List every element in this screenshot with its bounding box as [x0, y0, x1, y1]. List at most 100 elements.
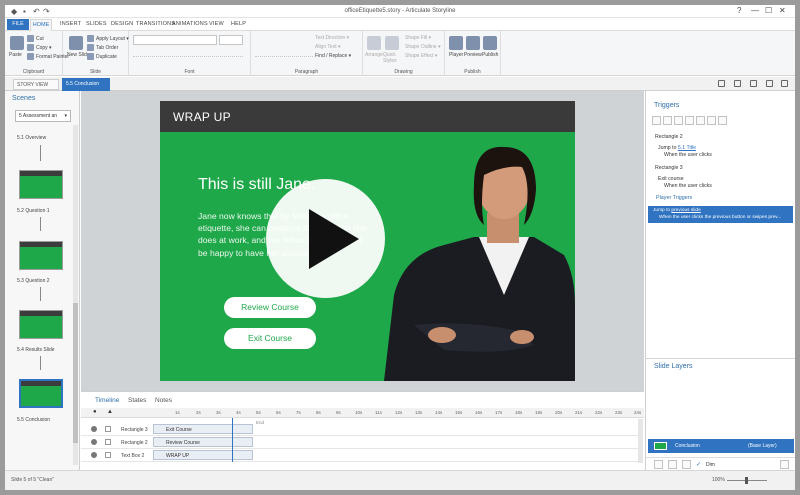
timeline-row[interactable]: Rectangle 3 Exit Course	[81, 423, 639, 436]
dim-label: Dim	[706, 462, 715, 468]
publish-icon[interactable]	[483, 36, 497, 50]
new-slide-icon[interactable]	[69, 36, 83, 50]
paste-icon[interactable]	[10, 36, 24, 50]
text-direction-button[interactable]: Text Direction ▾	[315, 35, 349, 41]
tab-insert[interactable]: INSERT	[60, 21, 81, 27]
font-family-select[interactable]	[133, 35, 217, 45]
timeline-bar[interactable]: WRAP UP	[153, 450, 253, 460]
paste-button[interactable]: Paste	[9, 52, 22, 58]
delete-trigger-icon[interactable]	[696, 116, 705, 125]
phone-icon[interactable]	[766, 80, 773, 87]
duplicate-layer-icon[interactable]	[668, 460, 677, 469]
checkmark-icon[interactable]: ✓	[696, 461, 701, 468]
copy-button[interactable]: Copy ▾	[27, 44, 52, 51]
layer-settings-icon[interactable]	[780, 460, 789, 469]
trigger-target-link[interactable]: 5.1 Title	[678, 145, 696, 151]
shape-effect-button[interactable]: Shape Effect ▾	[405, 53, 437, 59]
publish-button[interactable]: Publish	[482, 52, 498, 58]
player-trigger-target[interactable]: previous slide	[671, 208, 700, 213]
player-icon[interactable]	[449, 36, 463, 50]
tab-order-button[interactable]: Tab Order	[87, 44, 118, 51]
duplicate-label: Duplicate	[96, 53, 117, 60]
tab-file[interactable]: FILE	[7, 19, 29, 30]
duplicate-button[interactable]: Duplicate	[87, 53, 117, 60]
lock-icon[interactable]	[105, 452, 111, 458]
exit-course-button[interactable]: Exit Course	[224, 328, 316, 349]
maximize-icon[interactable]: ☐	[765, 6, 772, 15]
eye-icon[interactable]: ●	[93, 409, 97, 415]
player-trigger-selected[interactable]: Jump to previous slide When the user cli…	[648, 206, 793, 223]
phone-portrait-icon[interactable]	[781, 80, 788, 87]
playhead[interactable]	[232, 418, 233, 462]
find-replace-button[interactable]: Find / Replace ▾	[315, 53, 351, 59]
base-layer-row[interactable]: Conclusion (Base Layer)	[648, 439, 794, 453]
font-size-select[interactable]	[219, 35, 243, 45]
edit-trigger-icon[interactable]	[663, 116, 672, 125]
timeline-scrollbar[interactable]	[638, 419, 643, 463]
timeline-row[interactable]: Text Box 2 WRAP UP	[81, 449, 639, 462]
move-up-icon[interactable]	[707, 116, 716, 125]
quick-styles-icon[interactable]	[385, 36, 399, 50]
align-text-button[interactable]: Align Text ▾	[315, 44, 341, 50]
trigger-item[interactable]: Exit course	[658, 176, 684, 183]
paragraph-format-buttons[interactable]	[255, 37, 313, 57]
timeline-bar[interactable]: Exit Course	[153, 424, 253, 434]
delete-layer-icon[interactable]	[682, 460, 691, 469]
scene-select[interactable]: 5 Assessment an ▾	[15, 110, 71, 122]
player-button[interactable]: Player	[449, 52, 463, 58]
lock-icon[interactable]: ▲	[107, 409, 113, 415]
panel-divider	[646, 358, 795, 359]
tab-design[interactable]: DESIGN	[111, 21, 133, 27]
preview-button[interactable]: Preview	[464, 52, 482, 58]
shape-outline-button[interactable]: Shape Outline ▾	[405, 44, 441, 50]
window-title: officeEtiquette5.story - Articulate Stor…	[344, 8, 456, 14]
preview-icon[interactable]	[466, 36, 480, 50]
tab-states[interactable]: States	[128, 397, 146, 404]
tab-view[interactable]: VIEW	[209, 21, 224, 27]
timeline-bar[interactable]: Review Course	[153, 437, 253, 447]
thumb-question-2[interactable]	[19, 241, 63, 270]
move-down-icon[interactable]	[718, 116, 727, 125]
quick-styles-button[interactable]: Quick Styles	[383, 52, 403, 64]
eye-icon[interactable]	[91, 426, 97, 432]
eye-icon[interactable]	[91, 439, 97, 445]
tab-help[interactable]: HELP	[231, 21, 246, 27]
lock-icon[interactable]	[105, 426, 111, 432]
tablet-portrait-icon[interactable]	[750, 80, 757, 87]
tab-timeline[interactable]: Timeline	[95, 397, 119, 404]
arrange-icon[interactable]	[367, 36, 381, 50]
lock-icon[interactable]	[105, 439, 111, 445]
minimize-icon[interactable]: —	[751, 6, 759, 15]
close-icon[interactable]: ✕	[779, 6, 786, 15]
timeline-ruler[interactable]: ● ▲ 1s 2s 3s 4s 5s 6s 7s 8s 9s 10s 11s 1…	[81, 408, 644, 418]
eye-icon[interactable]	[91, 452, 97, 458]
timeline-row[interactable]: Rectangle 2 Review Course	[81, 436, 639, 449]
trigger-item[interactable]: Jump to 5.1 Title	[658, 145, 696, 152]
conclusion-tab[interactable]: 5.5 Conclusion	[62, 78, 110, 91]
copy-trigger-icon[interactable]	[674, 116, 683, 125]
paste-trigger-icon[interactable]	[685, 116, 694, 125]
arrange-button[interactable]: Arrange	[365, 52, 383, 58]
shape-fill-button[interactable]: Shape Fill ▾	[405, 35, 431, 41]
story-view-tab[interactable]: STORY VIEW	[13, 79, 59, 90]
tablet-landscape-icon[interactable]	[734, 80, 741, 87]
tab-animations[interactable]: ANIMATIONS	[172, 21, 208, 27]
font-format-buttons[interactable]	[133, 49, 243, 57]
apply-layout-button[interactable]: Apply Layout ▾	[87, 35, 129, 42]
cut-button[interactable]: Cut	[27, 35, 44, 42]
new-trigger-icon[interactable]	[652, 116, 661, 125]
play-button[interactable]	[266, 179, 385, 298]
tab-notes[interactable]: Notes	[155, 397, 172, 404]
review-course-button[interactable]: Review Course	[224, 297, 316, 318]
tab-slides[interactable]: SLIDES	[86, 21, 107, 27]
zoom-slider-handle[interactable]	[745, 477, 748, 484]
thumb-question-1[interactable]	[19, 170, 63, 199]
desktop-icon[interactable]	[718, 80, 725, 87]
tab-home[interactable]: HOME	[30, 19, 52, 31]
help-icon[interactable]: ?	[737, 6, 741, 15]
scenes-scrollbar[interactable]	[73, 125, 78, 465]
thumb-conclusion[interactable]	[19, 379, 63, 408]
new-layer-icon[interactable]	[654, 460, 663, 469]
thumb-results[interactable]	[19, 310, 63, 339]
tab-transitions[interactable]: TRANSITIONS	[136, 21, 175, 27]
